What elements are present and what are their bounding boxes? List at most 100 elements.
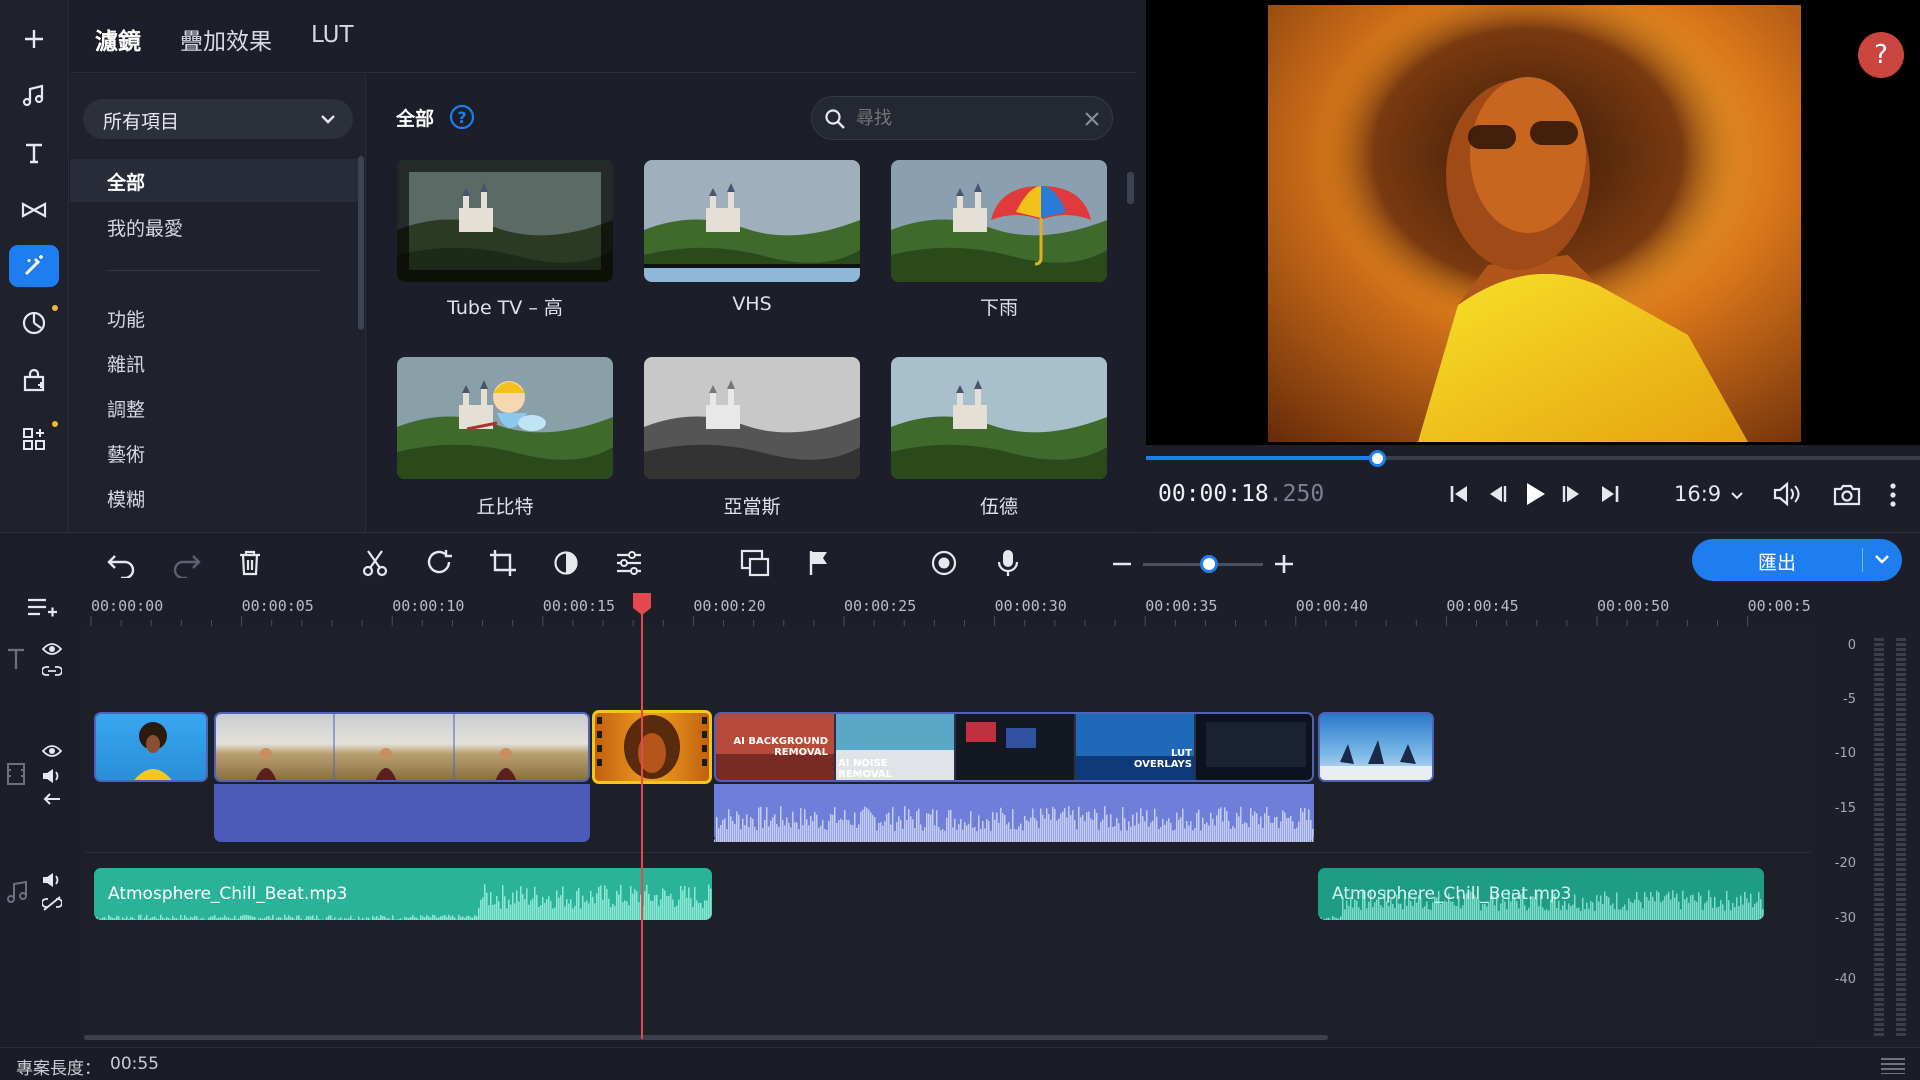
undo-icon[interactable] <box>106 552 138 578</box>
progress-fill <box>1146 456 1379 460</box>
tab-filters[interactable]: 濾鏡 <box>95 22 141 56</box>
rotate-icon[interactable] <box>425 549 455 577</box>
tab-lut[interactable]: LUT <box>311 22 354 48</box>
help-button[interactable]: ? <box>1858 32 1904 78</box>
section-title: 全部 <box>396 108 435 130</box>
ruler-label: 00:00:20 <box>693 597 766 615</box>
speaker-icon[interactable] <box>42 872 62 888</box>
store-button[interactable] <box>9 360 59 402</box>
arrow-left-icon[interactable] <box>42 792 62 806</box>
add-track-icon[interactable] <box>26 596 58 620</box>
filter-thumbnail[interactable] <box>644 357 860 479</box>
timeline-scrollbar[interactable] <box>84 1035 1328 1040</box>
category-art[interactable]: 藝術 <box>107 440 145 467</box>
overlay-text-lut: LUT OVERLAYS <box>1133 748 1192 770</box>
volume-icon[interactable] <box>1772 481 1802 507</box>
ruler-label: 00:00:40 <box>1295 597 1369 615</box>
progress-handle[interactable] <box>1369 450 1387 467</box>
meter-label: -10 <box>1834 746 1856 761</box>
category-function[interactable]: 功能 <box>107 305 145 332</box>
export-label: 匯出 <box>1757 552 1796 574</box>
music-button[interactable] <box>9 75 59 117</box>
category-adjust[interactable]: 調整 <box>107 395 145 422</box>
filter-grid-scrollbar[interactable] <box>1127 172 1134 204</box>
filter-label: 丘比特 <box>476 496 534 518</box>
clip-thumbnail <box>255 714 517 780</box>
text-icon <box>26 143 42 164</box>
zoom-in-icon[interactable] <box>1274 554 1294 574</box>
link-icon[interactable] <box>42 664 62 678</box>
filter-thumbnail[interactable] <box>644 160 860 282</box>
close-icon[interactable] <box>1084 111 1100 127</box>
record-screen-icon[interactable] <box>930 549 958 577</box>
audio-clip-2[interactable]: Atmosphere_Chill_Beat.mp3 <box>1318 868 1764 920</box>
scissors-icon[interactable] <box>362 549 388 577</box>
next-frame-icon[interactable] <box>1562 483 1584 505</box>
filter-thumbnail[interactable] <box>891 357 1107 479</box>
promo-clip-audio-bar[interactable] <box>714 784 1314 842</box>
color-adjust-icon[interactable] <box>553 550 579 576</box>
svg-text:?: ? <box>457 108 466 127</box>
category-scrollbar[interactable] <box>358 156 364 330</box>
overlay-text-noise: AI NOISE REMOVAL <box>838 758 892 780</box>
flag-marker-icon[interactable] <box>808 549 830 577</box>
playhead-handle[interactable] <box>632 592 652 616</box>
transitions-button[interactable] <box>9 189 59 231</box>
video-clip-field[interactable] <box>214 712 590 782</box>
ruler-ticks <box>90 616 1749 626</box>
more-options-icon[interactable] <box>1889 482 1897 508</box>
snapshot-camera-icon[interactable] <box>1833 482 1861 506</box>
video-clip-selected-woman[interactable] <box>592 710 712 784</box>
category-blur[interactable]: 模糊 <box>107 485 145 512</box>
playhead-line <box>641 611 643 1039</box>
trash-icon[interactable] <box>237 549 263 577</box>
ruler-label: 00:00:5 <box>1747 597 1811 615</box>
text-track-header <box>0 626 84 706</box>
filter-thumbnail[interactable] <box>397 357 613 479</box>
clip-properties-icon[interactable] <box>615 550 643 576</box>
timeline-ruler[interactable]: 00:00:00 00:00:05 00:00:10 00:00:15 00:00:20… <box>0 596 1920 626</box>
microphone-icon[interactable] <box>996 548 1020 578</box>
redo-icon[interactable] <box>170 552 202 578</box>
filter-thumbnail[interactable] <box>397 160 613 282</box>
tab-overlays[interactable]: 疊加效果 <box>180 22 272 56</box>
skip-to-start-icon[interactable] <box>1448 483 1470 505</box>
video-clip-features-promo[interactable]: AI BACKGROUND REMOVAL AI NOISE REMOVAL L… <box>714 712 1314 782</box>
audio-clip-1[interactable]: Atmosphere_Chill_Beat.mp3 <box>94 868 712 920</box>
video-track-icon <box>7 763 25 785</box>
preview-frame <box>1268 5 1801 442</box>
notification-dot <box>52 421 58 427</box>
category-dropdown[interactable]: 所有項目 <box>83 99 353 139</box>
titles-button[interactable] <box>9 132 59 174</box>
video-clip-dancers[interactable] <box>1318 712 1434 782</box>
zoom-handle[interactable] <box>1200 555 1218 573</box>
category-favorites[interactable]: 我的最愛 <box>107 214 183 241</box>
category-all[interactable]: 全部 <box>107 168 145 195</box>
video-clip-audio-bar[interactable] <box>214 784 590 842</box>
category-divider <box>107 270 321 271</box>
music-track-icon <box>7 880 27 903</box>
skip-to-end-icon[interactable] <box>1599 483 1621 505</box>
previous-frame-icon[interactable] <box>1485 483 1507 505</box>
zoom-out-icon[interactable] <box>1112 562 1132 566</box>
filters-button[interactable] <box>9 245 59 287</box>
video-clip-woman-yellow[interactable] <box>94 712 208 782</box>
unlink-icon[interactable] <box>42 896 62 912</box>
filter-label: 下雨 <box>979 297 1018 319</box>
speaker-icon[interactable] <box>42 768 62 784</box>
category-noise[interactable]: 雜訊 <box>107 350 145 377</box>
chevron-down-icon[interactable] <box>1874 554 1890 566</box>
crop-icon[interactable] <box>489 549 517 577</box>
help-circle-icon[interactable]: ? <box>449 104 475 130</box>
aspect-ratio-select[interactable]: 16:9 <box>1674 482 1721 506</box>
eye-icon[interactable] <box>42 642 62 656</box>
add-media-button[interactable] <box>9 18 59 60</box>
search-input[interactable] <box>856 105 1066 131</box>
export-button[interactable]: 匯出 <box>1692 539 1902 581</box>
filter-thumbnail[interactable] <box>891 160 1107 282</box>
eye-icon[interactable] <box>42 744 62 758</box>
meter-toggle-icon[interactable] <box>1880 1056 1906 1074</box>
play-icon[interactable] <box>1522 481 1548 507</box>
pip-icon[interactable] <box>740 549 770 577</box>
ruler-label: 00:00:50 <box>1597 597 1670 615</box>
